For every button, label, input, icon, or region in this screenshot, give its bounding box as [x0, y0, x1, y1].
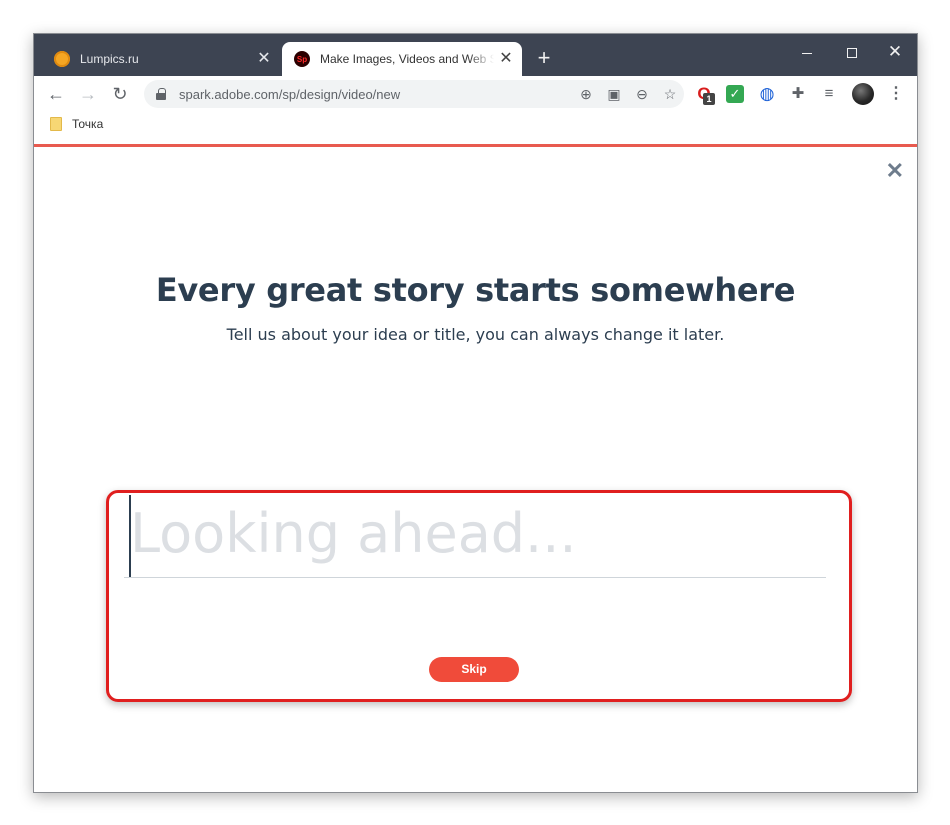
profile-avatar[interactable] — [852, 83, 874, 105]
back-arrow-icon[interactable]: ← — [44, 82, 68, 106]
menu-dots-icon[interactable]: ⋮ — [886, 82, 906, 106]
tab-title: Make Images, Videos and Web S — [320, 52, 494, 66]
minimize-icon — [802, 52, 812, 54]
bookmark-label: Точка — [72, 117, 104, 131]
tab-title: Lumpics.ru — [80, 52, 139, 66]
bookmark-star-icon[interactable]: ☆ — [656, 86, 684, 103]
extensions-puzzle-icon[interactable]: ✚ — [788, 84, 808, 104]
bookmarks-bar: Точка — [34, 112, 917, 142]
checkmark-extension-icon[interactable]: ✓ — [726, 85, 744, 103]
lumpics-favicon-icon — [54, 51, 70, 67]
tab-strip: Lumpics.ru ✕ Sp Make Images, Videos and … — [34, 34, 917, 76]
maximize-icon — [847, 48, 857, 59]
tab-lumpics[interactable]: Lumpics.ru ✕ — [42, 42, 280, 76]
minimize-button[interactable] — [784, 38, 830, 66]
reload-icon[interactable]: ↻ — [108, 82, 132, 106]
lock-icon — [156, 88, 166, 100]
zoom-icon[interactable]: ⊖ — [628, 86, 656, 103]
new-tab-plus-icon[interactable]: + — [532, 47, 556, 71]
media-control-icon[interactable]: ≡ — [819, 84, 839, 104]
skip-button[interactable]: Skip — [429, 657, 519, 682]
browser-toolbar: ← → ↻ spark.adobe.com/sp/design/video/ne… — [34, 76, 917, 112]
forward-arrow-icon[interactable]: → — [76, 82, 100, 106]
address-bar[interactable]: spark.adobe.com/sp/design/video/new ⊕ ▣ … — [144, 80, 684, 108]
page-subtitle: Tell us about your idea or title, you ca… — [226, 325, 725, 344]
tab-adobe-spark[interactable]: Sp Make Images, Videos and Web S ✕ — [282, 42, 522, 76]
extension-badge: 1 — [703, 93, 715, 105]
url-text[interactable]: spark.adobe.com/sp/design/video/new — [179, 87, 572, 102]
page-title: Every great story starts somewhere — [155, 271, 796, 309]
bookmark-folder-tochka[interactable]: Точка — [50, 117, 103, 131]
spark-onboarding-page: ✕ Every great story starts somewhere Tel… — [34, 147, 917, 792]
opera-extension-icon[interactable]: O 1 — [694, 84, 715, 105]
translate-icon[interactable]: ▣ — [600, 86, 628, 103]
folder-icon — [50, 117, 62, 131]
text-caret — [129, 495, 131, 577]
vpn-globe-extension-icon[interactable]: ◍ — [757, 84, 777, 104]
close-window-button[interactable]: ✕ — [872, 38, 917, 66]
title-entry-area: Skip — [106, 490, 852, 702]
close-icon[interactable]: ✕ — [886, 159, 904, 183]
add-circle-icon[interactable]: ⊕ — [572, 86, 600, 103]
close-tab-icon[interactable]: ✕ — [494, 51, 518, 67]
maximize-button[interactable] — [829, 38, 875, 66]
story-title-input[interactable] — [124, 490, 826, 578]
spark-favicon-icon: Sp — [294, 51, 310, 67]
browser-window: Lumpics.ru ✕ Sp Make Images, Videos and … — [33, 33, 918, 793]
close-tab-icon[interactable]: ✕ — [252, 51, 276, 67]
